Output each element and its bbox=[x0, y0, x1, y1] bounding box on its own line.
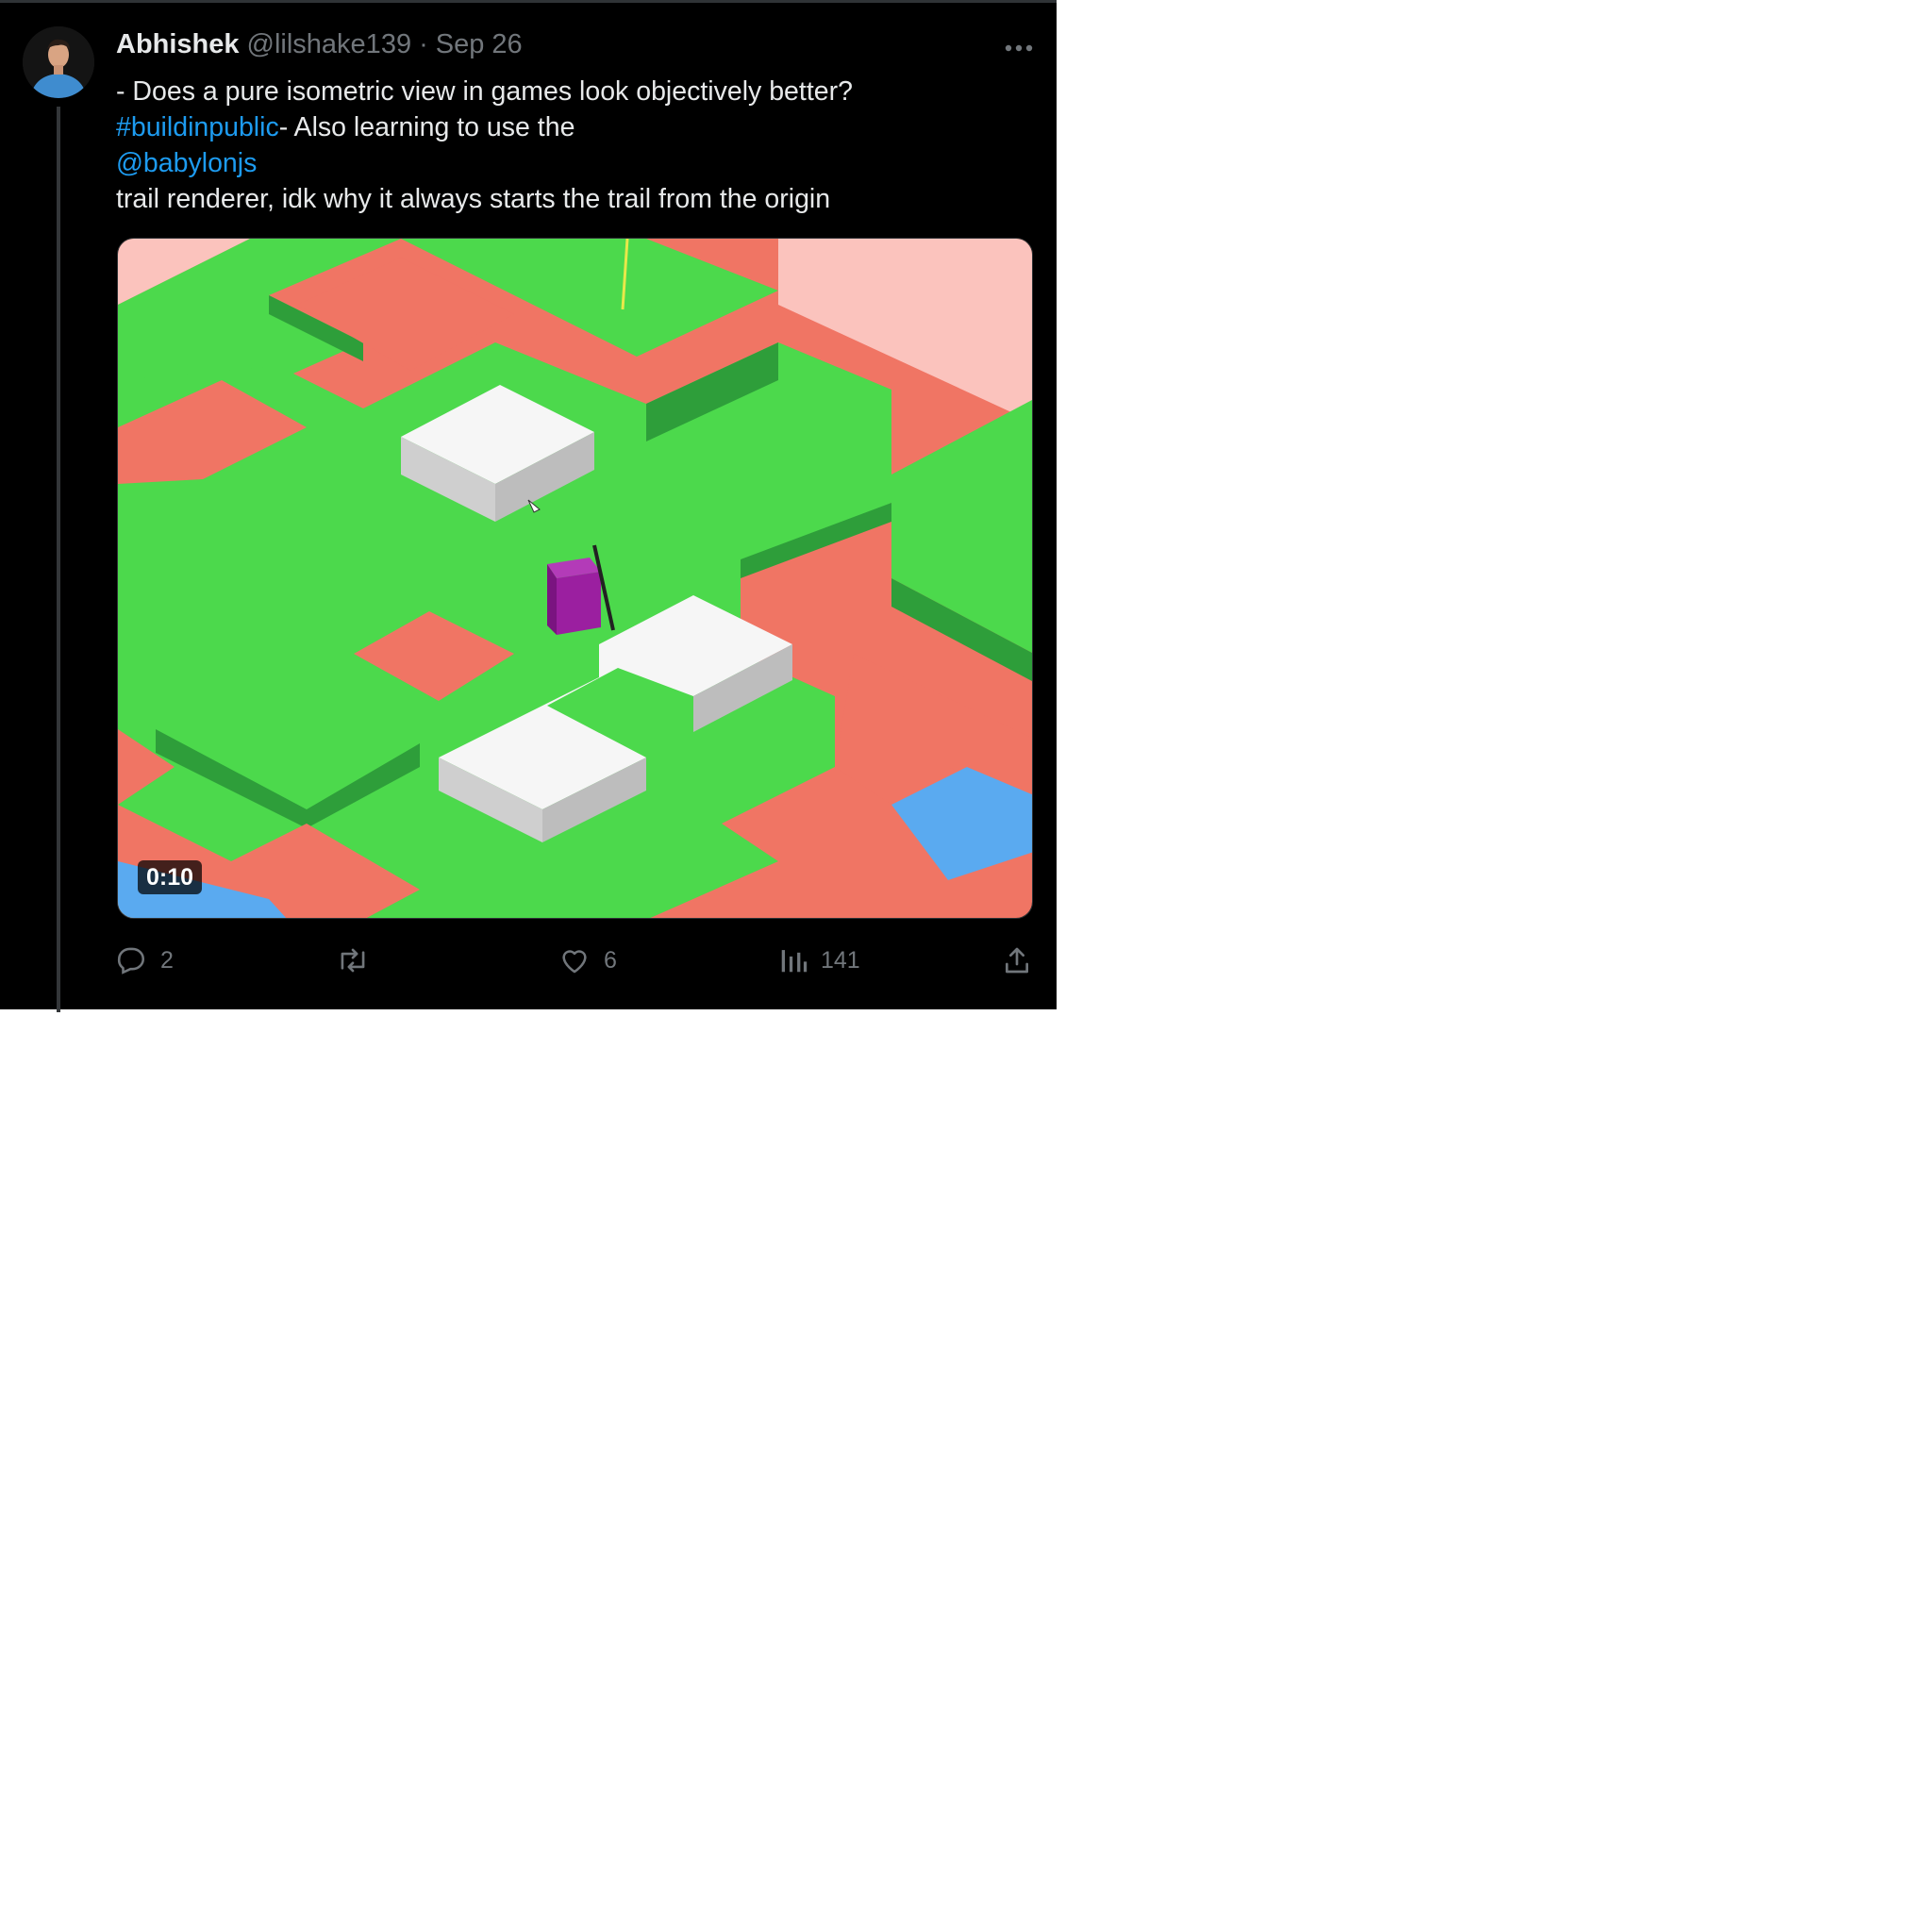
views-button[interactable]: 141 bbox=[779, 937, 860, 984]
more-dots-icon bbox=[1005, 44, 1033, 52]
reply-bubble-icon bbox=[117, 947, 144, 974]
reply-count: 2 bbox=[160, 946, 174, 974]
action-bar: 2 6 141 bbox=[0, 937, 1057, 984]
game-video-frame bbox=[118, 239, 1032, 918]
view-count: 141 bbox=[821, 946, 860, 974]
video-duration-badge: 0:10 bbox=[138, 860, 203, 894]
tweet-text-line: trail renderer, idk why it always starts… bbox=[116, 184, 831, 214]
like-button[interactable]: 6 bbox=[558, 937, 617, 984]
avatar[interactable] bbox=[23, 26, 94, 98]
tweet-text-line: @babylonjs bbox=[116, 145, 1022, 181]
heart-icon bbox=[562, 950, 587, 974]
tweet-card[interactable]: Abhishek @lilshake139 · Sep 26 - Does a … bbox=[0, 0, 1057, 1012]
retweet-button[interactable] bbox=[336, 937, 383, 984]
tweet-text-line: #buildinpublic- Also learning to use the bbox=[116, 109, 1022, 145]
like-count: 6 bbox=[604, 946, 617, 974]
retweet-icon bbox=[341, 948, 365, 973]
video-player[interactable] bbox=[117, 238, 1033, 919]
share-button[interactable] bbox=[1002, 937, 1032, 984]
hashtag-link[interactable]: #buildinpublic bbox=[116, 112, 279, 142]
display-name[interactable]: Abhishek bbox=[116, 29, 240, 60]
separator: · bbox=[419, 28, 428, 59]
tweet-header: Abhishek @lilshake139 · Sep 26 bbox=[116, 25, 523, 63]
analytics-bars-icon bbox=[781, 950, 808, 973]
tweet-text-line: - Does a pure isometric view in games lo… bbox=[116, 76, 853, 107]
mention-link[interactable]: @babylonjs bbox=[116, 148, 257, 178]
reply-button[interactable]: 2 bbox=[115, 937, 174, 984]
avatar-image bbox=[23, 26, 94, 98]
tweet-date[interactable]: Sep 26 bbox=[436, 29, 523, 60]
user-handle[interactable]: @lilshake139 bbox=[247, 29, 412, 60]
share-upload-icon bbox=[1006, 947, 1028, 974]
thread-line bbox=[57, 107, 60, 1012]
tweet-text-fragment: - Also learning to use the bbox=[278, 112, 575, 142]
tweet-text: - Does a pure isometric view in games lo… bbox=[116, 74, 1022, 217]
more-button[interactable] bbox=[1000, 31, 1038, 65]
